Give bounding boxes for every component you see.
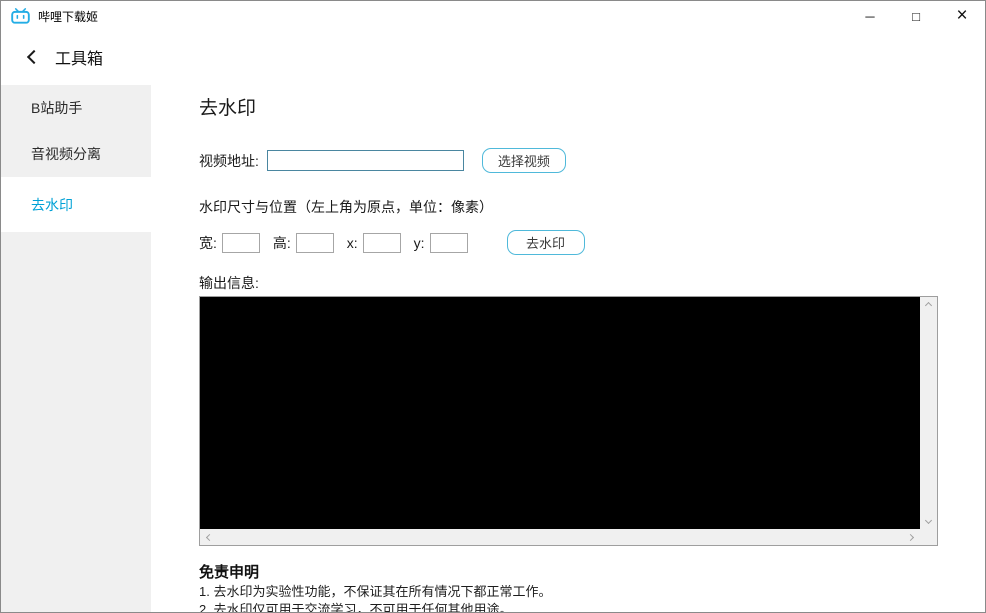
maximize-icon: □ — [912, 8, 920, 24]
x-field: x: — [346, 232, 401, 253]
app-title: 哔哩下载姬 — [38, 9, 99, 24]
chevron-left-icon[interactable] — [205, 533, 214, 541]
minimize-icon: ─ — [865, 8, 875, 24]
x-label: x: — [346, 234, 358, 251]
titlebar: 哔哩下载姬 ─ □ × — [1, 1, 985, 31]
disclaimer-title: 免责申明 — [199, 564, 260, 581]
sidebar-item-label: 去水印 — [31, 196, 73, 213]
remove-watermark-button[interactable]: 去水印 — [506, 230, 585, 255]
sidebar-item-label: B站助手 — [31, 100, 83, 116]
main-panel: 去水印 视频地址: 选择视频 水印尺寸与位置（左上角为原点，单位：像素） 宽: … — [151, 85, 985, 612]
output-console — [199, 296, 938, 546]
width-field: 宽: — [199, 232, 260, 253]
sidebar-item-bilibili-helper[interactable]: B站助手 — [1, 85, 151, 131]
sidebar: B站助手 音视频分离 去水印 — [1, 85, 151, 612]
close-button[interactable]: × — [939, 1, 985, 31]
window-controls: ─ □ × — [847, 1, 985, 31]
app-window: 哔哩下载姬 ─ □ × 工具箱 B站助手 音视频分离 去水印 去水印 视频地址:… — [0, 0, 986, 613]
horizontal-scrollbar[interactable] — [200, 529, 920, 545]
y-field: y: — [413, 232, 468, 253]
vertical-scrollbar[interactable] — [920, 297, 937, 529]
chevron-right-icon[interactable] — [906, 533, 915, 541]
minimize-button[interactable]: ─ — [847, 1, 893, 31]
page-title: 去水印 — [199, 98, 257, 119]
video-address-row: 视频地址: 选择视频 — [199, 148, 985, 173]
sidebar-item-label: 音视频分离 — [31, 146, 101, 162]
output-info-label: 输出信息: — [199, 275, 259, 291]
back-icon — [26, 49, 42, 65]
y-label: y: — [413, 234, 425, 251]
height-field: 高: — [272, 232, 334, 253]
watermark-dimensions-row: 宽: 高: x: y: 去水印 — [199, 230, 985, 255]
scrollbar-corner — [920, 529, 937, 545]
height-label: 高: — [272, 234, 291, 251]
watermark-position-label: 水印尺寸与位置（左上角为原点，单位：像素） — [199, 199, 493, 215]
width-label: 宽: — [199, 234, 217, 251]
disclaimer-line-2: 2. 去水印仅可用于交流学习，不可用于任何其他用途。 — [199, 602, 513, 613]
select-video-button[interactable]: 选择视频 — [481, 148, 566, 173]
close-icon: × — [956, 5, 968, 26]
disclaimer-line-1: 1. 去水印为实验性功能，不保证其在所有情况下都正常工作。 — [199, 584, 552, 599]
output-console-content — [200, 297, 920, 529]
width-input[interactable] — [221, 232, 260, 253]
video-address-label: 视频地址: — [199, 152, 259, 169]
sidebar-item-av-separation[interactable]: 音视频分离 — [1, 131, 151, 177]
video-address-input[interactable] — [266, 150, 464, 171]
sidebar-item-remove-watermark[interactable]: 去水印 — [1, 177, 151, 232]
disclaimer-section: 免责申明 1. 去水印为实验性功能，不保证其在所有情况下都正常工作。 2. 去水… — [199, 561, 985, 613]
back-button[interactable] — [19, 44, 45, 70]
x-input[interactable] — [362, 232, 401, 253]
maximize-button[interactable]: □ — [893, 1, 939, 31]
chevron-down-icon[interactable] — [924, 516, 933, 525]
toolbox-title: 工具箱 — [55, 51, 104, 68]
header: 工具箱 — [1, 31, 103, 83]
bilibili-logo-icon — [11, 8, 30, 24]
height-input[interactable] — [295, 232, 334, 253]
chevron-up-icon[interactable] — [924, 301, 933, 310]
y-input[interactable] — [429, 232, 468, 253]
